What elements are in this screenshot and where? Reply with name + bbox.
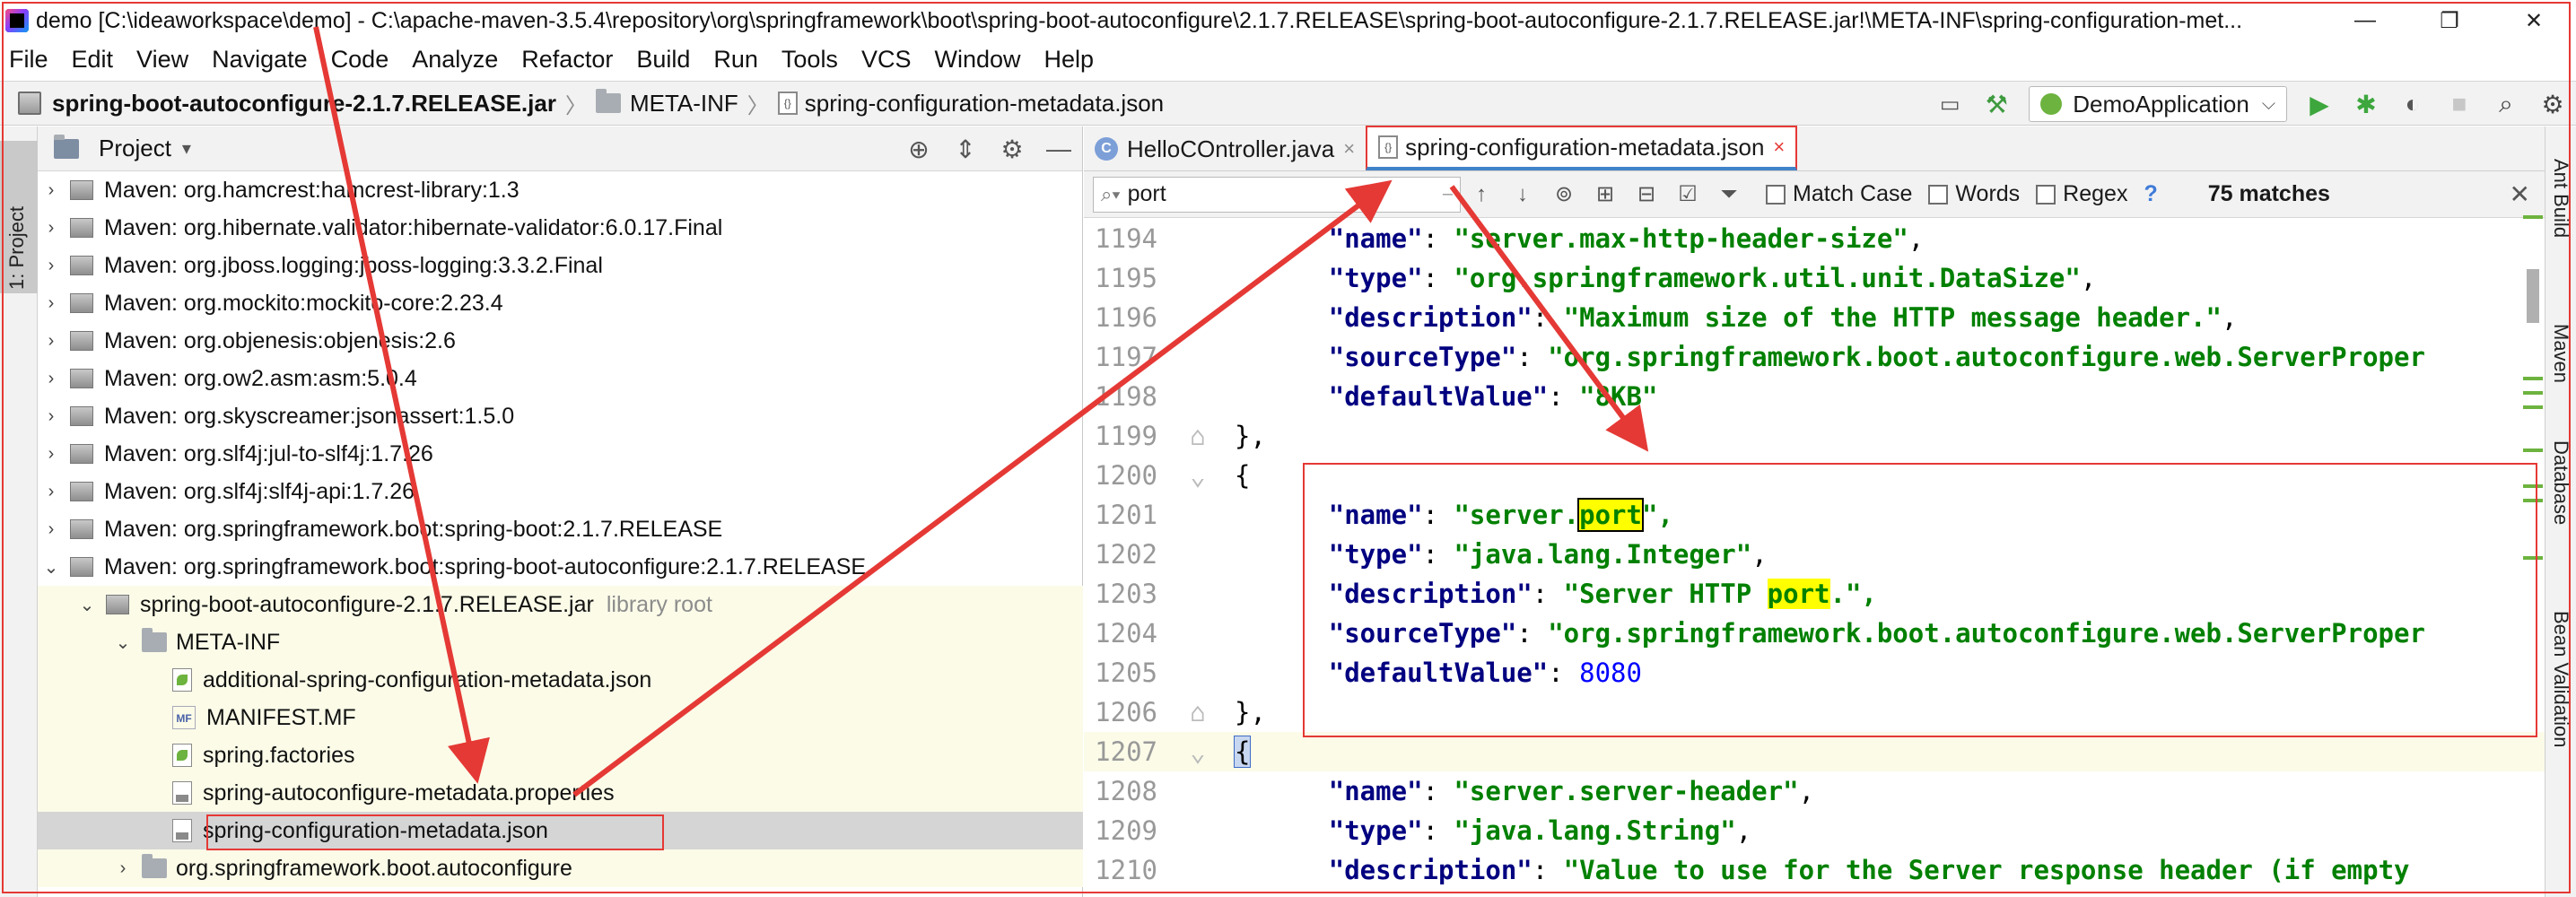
port-entry-annotation-box (1303, 463, 2537, 737)
screenshot-border-annotation (2, 2, 2571, 893)
selected-file-annotation-box (206, 814, 664, 850)
